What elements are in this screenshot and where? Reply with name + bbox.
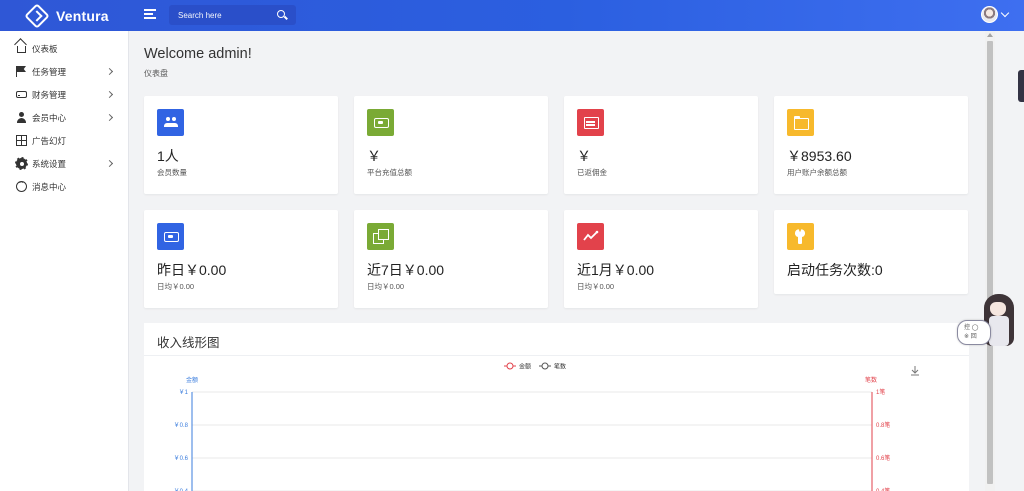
stat-label: 会员数量 <box>157 168 187 177</box>
copy-icon <box>367 223 394 250</box>
stat-card-1month: 近1月￥0.00 日均￥0.00 <box>564 210 758 308</box>
sidebar-item-finance[interactable]: 财务管理 <box>0 83 129 106</box>
chevron-right-icon <box>105 159 114 168</box>
search-input[interactable] <box>178 8 273 22</box>
y-right-tick-label: 0.8笔 <box>876 421 890 429</box>
breadcrumb: 仪表盘 <box>144 69 168 78</box>
sidebar-item-label: 系统设置 <box>32 159 67 169</box>
sidebar-item-dashboard[interactable]: 仪表板 <box>0 37 129 60</box>
cash-icon <box>367 109 394 136</box>
stat-value: ￥8953.60 <box>787 148 852 164</box>
chevron-right-icon <box>105 90 114 99</box>
download-icon[interactable] <box>911 366 919 376</box>
mascot-face <box>990 302 1006 316</box>
page-title: Welcome admin! <box>144 46 252 62</box>
sidebar-item-label: 消息中心 <box>32 182 67 192</box>
menu-toggle-icon[interactable] <box>144 9 156 20</box>
folder-icon <box>787 109 814 136</box>
income-chart-panel: 收入线形图 金额笔数金额笔数￥11笔￥0.80.8笔￥0.60.6笔￥0.40.… <box>144 323 969 491</box>
chart-title: 收入线形图 <box>157 336 220 350</box>
chevron-right-icon <box>105 113 114 122</box>
legend-label: 金额 <box>519 363 531 371</box>
stat-label: 日均￥0.00 <box>577 282 615 291</box>
stat-value: 1人 <box>157 148 179 164</box>
search-box <box>169 5 296 25</box>
stat-value: ￥ <box>577 148 591 164</box>
sidebar-item-label: 任务管理 <box>32 67 67 77</box>
chevron-right-icon <box>105 67 114 76</box>
side-handle[interactable] <box>1018 70 1024 102</box>
legend-marker <box>506 362 514 370</box>
stat-card-commission: ￥ 已返佣金 <box>564 96 758 194</box>
stat-label: 日均￥0.00 <box>367 282 405 291</box>
gear-icon <box>15 157 28 170</box>
mascot-control-bubble[interactable]: 控 ◯ ※ 回 <box>957 320 991 345</box>
stat-card-yesterday: 昨日￥0.00 日均￥0.00 <box>144 210 338 308</box>
ventura-logo-icon <box>24 3 50 29</box>
top-bar: Ventura <box>0 0 1024 31</box>
brand-name: Ventura <box>56 8 109 24</box>
income-line-chart: 金额笔数金额笔数￥11笔￥0.80.8笔￥0.60.6笔￥0.40.4笔 <box>174 362 919 491</box>
legend-marker <box>541 362 549 370</box>
avatar[interactable] <box>981 6 998 23</box>
sidebar-item-label: 广告幻灯 <box>32 136 67 146</box>
stat-card-task-starts: 启动任务次数:0 <box>774 210 968 294</box>
y-axis-left-title: 金额 <box>186 376 198 384</box>
scroll-thumb[interactable] <box>987 41 993 484</box>
stat-value: 昨日￥0.00 <box>157 262 227 278</box>
sidebar-item-tasks[interactable]: 任务管理 <box>0 60 129 83</box>
user-icon <box>16 112 27 123</box>
stat-card-7days: 近7日￥0.00 日均￥0.00 <box>354 210 548 308</box>
sidebar-item-settings[interactable]: 系统设置 <box>0 152 129 175</box>
stat-value: 近7日￥0.00 <box>367 262 445 278</box>
drive-icon <box>16 91 27 98</box>
people-icon <box>157 109 184 136</box>
mascot-bubble-line: 控 ◯ <box>964 325 979 331</box>
mascot-body <box>989 316 1009 346</box>
search-icon[interactable] <box>277 10 285 18</box>
flag-icon <box>16 66 27 77</box>
stat-card-balance: ￥8953.60 用户账户余额总额 <box>774 96 968 194</box>
card-icon <box>577 109 604 136</box>
stat-card-members: 1人 会员数量 <box>144 96 338 194</box>
y-right-tick-label: 1笔 <box>876 388 885 396</box>
y-left-tick-label: ￥0.8 <box>174 422 189 429</box>
stat-value: ￥ <box>367 148 381 164</box>
y-left-tick-label: ￥0.6 <box>174 455 189 462</box>
chevron-down-icon[interactable] <box>1000 8 1010 18</box>
stat-label: 日均￥0.00 <box>157 282 195 291</box>
stat-label: 平台充值总额 <box>367 168 412 177</box>
cash-icon <box>157 223 184 250</box>
sidebar-item-messages[interactable]: 消息中心 <box>0 175 129 198</box>
stat-value: 近1月￥0.00 <box>577 262 655 278</box>
brand-logo[interactable]: Ventura <box>24 3 109 29</box>
scrollbar[interactable] <box>985 31 995 491</box>
sidebar-item-label: 财务管理 <box>32 90 67 100</box>
stat-card-recharge: ￥ 平台充值总额 <box>354 96 548 194</box>
mascot-bubble-line: ※ 回 <box>964 334 977 340</box>
scroll-up-arrow-icon[interactable] <box>987 33 993 37</box>
legend-label: 笔数 <box>554 363 566 371</box>
stat-label: 已返佣金 <box>577 168 607 177</box>
trend-icon <box>577 223 604 250</box>
sidebar-item-members[interactable]: 会员中心 <box>0 106 129 129</box>
wrench-icon <box>787 223 814 250</box>
y-right-tick-label: 0.6笔 <box>876 454 890 462</box>
home-icon <box>17 46 26 53</box>
sidebar-item-label: 仪表板 <box>32 44 58 54</box>
mascot-widget[interactable]: 控 ◯ ※ 回 <box>956 294 1024 352</box>
y-left-tick-label: ￥1 <box>179 389 189 396</box>
sidebar-item-ads[interactable]: 广告幻灯 <box>0 129 129 152</box>
stat-value: 启动任务次数:0 <box>787 262 883 278</box>
y-right-tick-label: 0.4笔 <box>876 487 890 491</box>
sidebar-item-label: 会员中心 <box>32 113 67 123</box>
chat-icon <box>16 178 27 192</box>
sidebar: 仪表板 任务管理 财务管理 会员中心 广告幻灯 系统设置 消息中心 <box>0 31 129 491</box>
grid-icon <box>16 135 27 146</box>
y-axis-right-title: 笔数 <box>865 376 877 384</box>
stat-label: 用户账户余额总额 <box>787 168 847 177</box>
